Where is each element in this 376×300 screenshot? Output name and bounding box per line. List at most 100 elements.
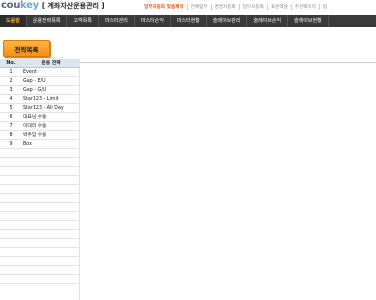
row-no: 3 xyxy=(9,88,13,93)
row-strategy-name xyxy=(22,167,80,175)
row-strategy-name: Gap - G/U xyxy=(23,88,47,93)
row-strategy-name xyxy=(22,266,80,274)
table-row[interactable] xyxy=(0,230,80,239)
table-row[interactable]: 7 이대리 수동 xyxy=(0,122,80,131)
strategy-table: No. 운용 전략 1 Event 2 Gap - E/U 3 Gap - G/U 4 Sta… xyxy=(0,59,80,284)
nav-help[interactable]: 도움말 xyxy=(0,15,27,27)
table-row[interactable]: 9 Box xyxy=(0,140,80,149)
row-no: 5 xyxy=(9,106,13,111)
row-no xyxy=(0,167,22,175)
row-no xyxy=(0,185,22,193)
nav-master-pnl[interactable]: 마스터손익 xyxy=(135,15,171,27)
row-no xyxy=(0,248,22,256)
table-row[interactable] xyxy=(0,257,80,266)
app-window: cou key [ 계좌자산운용관리 ] 업무자동화 맞춤제작 전체업무 경영자동… xyxy=(0,0,376,300)
nav-customer-list[interactable]: 고객목록 xyxy=(67,15,99,27)
header: cou key [ 계좌자산운용관리 ] 업무자동화 맞춤제작 전체업무 경영자동… xyxy=(0,0,376,14)
top-link-work[interactable]: 업무자동화 xyxy=(238,4,267,10)
logo[interactable]: cou key [ 계좌자산운용관리 ] xyxy=(1,0,105,13)
row-strategy-name xyxy=(22,230,80,238)
table-header: No. 운용 전략 xyxy=(0,59,80,68)
row-no xyxy=(0,194,22,202)
row-no xyxy=(0,149,22,157)
logo-text-cou: cou xyxy=(1,0,21,11)
row-strategy-name: Box xyxy=(23,142,32,147)
table-row[interactable] xyxy=(0,275,80,284)
app-title: [ 계좌자산운용관리 ] xyxy=(41,2,105,10)
row-strategy-name xyxy=(22,185,80,193)
table-row[interactable]: 8 박주임 수동 xyxy=(0,131,80,140)
row-strategy-name: Event xyxy=(23,70,37,75)
nav-slave-pnl[interactable]: 슬레이브손익 xyxy=(247,15,289,27)
table-row[interactable] xyxy=(0,212,80,221)
row-strategy-name: 대표님 수동 xyxy=(23,115,47,120)
table-row[interactable] xyxy=(0,149,80,158)
top-link-excel[interactable]: 표준엑셀 xyxy=(266,4,291,10)
row-no xyxy=(0,266,22,274)
table-row[interactable]: 1 Event xyxy=(0,68,80,77)
row-no: 8 xyxy=(9,133,13,138)
logo-text-key: key xyxy=(20,0,39,11)
top-link-recommend[interactable]: 추천웨이지 xyxy=(290,4,319,10)
top-link-custom[interactable]: 업무자동화 맞춤제작 xyxy=(144,4,187,10)
table-row[interactable] xyxy=(0,203,80,212)
row-strategy-name: Gap - E/U xyxy=(23,79,46,84)
nav-master-manage[interactable]: 마스터관리 xyxy=(99,15,135,27)
top-link-more[interactable]: 업 xyxy=(318,4,330,10)
row-no xyxy=(0,230,22,238)
row-strategy-name xyxy=(22,194,80,202)
row-no: 1 xyxy=(9,70,13,75)
table-row[interactable] xyxy=(0,266,80,275)
row-no xyxy=(0,257,22,265)
row-strategy-name xyxy=(22,212,80,220)
row-no: 2 xyxy=(9,79,13,84)
row-strategy-name xyxy=(22,176,80,184)
table-row[interactable] xyxy=(0,221,80,230)
table-row[interactable] xyxy=(0,176,80,185)
table-row[interactable] xyxy=(0,167,80,176)
nav-master-status[interactable]: 마스터현황 xyxy=(171,15,207,27)
table-row[interactable]: 6 대표님 수동 xyxy=(0,113,80,122)
table-row[interactable]: 5 Star123 - All Day xyxy=(0,104,80,113)
nav-slave-manage[interactable]: 슬레이브관리 xyxy=(207,15,248,27)
row-strategy-name xyxy=(22,248,80,256)
table-row[interactable] xyxy=(0,248,80,257)
strategy-list-button[interactable]: 전략목록 xyxy=(3,40,50,57)
top-link-management[interactable]: 경영자동화 xyxy=(210,4,239,10)
row-strategy-name xyxy=(22,149,80,157)
table-row[interactable] xyxy=(0,239,80,248)
table-row[interactable] xyxy=(0,158,80,167)
row-no xyxy=(0,203,22,211)
row-no: 4 xyxy=(9,97,13,102)
table-body: 1 Event 2 Gap - E/U 3 Gap - G/U 4 Star123 - Lim… xyxy=(0,68,80,284)
header-strategy: 운용 전략 xyxy=(41,61,61,66)
row-strategy-name xyxy=(22,221,80,229)
row-strategy-name: Star123 - Limit xyxy=(23,97,59,102)
row-no: 6 xyxy=(9,115,13,120)
row-no: 9 xyxy=(9,142,13,147)
row-no xyxy=(0,275,22,283)
table-row[interactable]: 4 Star123 - Limit xyxy=(0,95,80,104)
row-strategy-name xyxy=(22,158,80,166)
table-row[interactable] xyxy=(0,185,80,194)
row-strategy-name xyxy=(22,275,80,283)
table-row[interactable] xyxy=(0,194,80,203)
row-no xyxy=(0,212,22,220)
top-link-all[interactable]: 전체업무 xyxy=(186,4,211,10)
row-strategy-name xyxy=(22,257,80,265)
row-no xyxy=(0,176,22,184)
row-strategy-name: 이대리 수동 xyxy=(23,124,47,129)
row-strategy-name: 박주임 수동 xyxy=(23,133,47,138)
row-no xyxy=(0,239,22,247)
row-strategy-name xyxy=(22,203,80,211)
header-no: No. xyxy=(6,61,16,66)
table-row[interactable]: 2 Gap - E/U xyxy=(0,77,80,86)
nav-bar: 도움말 운용전략목록 고객목록 마스터관리 마스터손익 마스터현황 슬레이브관리… xyxy=(0,15,376,27)
top-links: 업무자동화 맞춤제작 전체업무 경영자동화 업무자동화 표준엑셀 추천웨이지 업 xyxy=(144,4,330,10)
row-no xyxy=(0,221,22,229)
table-row[interactable]: 3 Gap - G/U xyxy=(0,86,80,95)
row-no xyxy=(0,158,22,166)
nav-strategy-list[interactable]: 운용전략목록 xyxy=(27,15,68,27)
nav-slave-status[interactable]: 슬레이브현황 xyxy=(288,15,329,27)
row-no: 7 xyxy=(9,124,13,129)
